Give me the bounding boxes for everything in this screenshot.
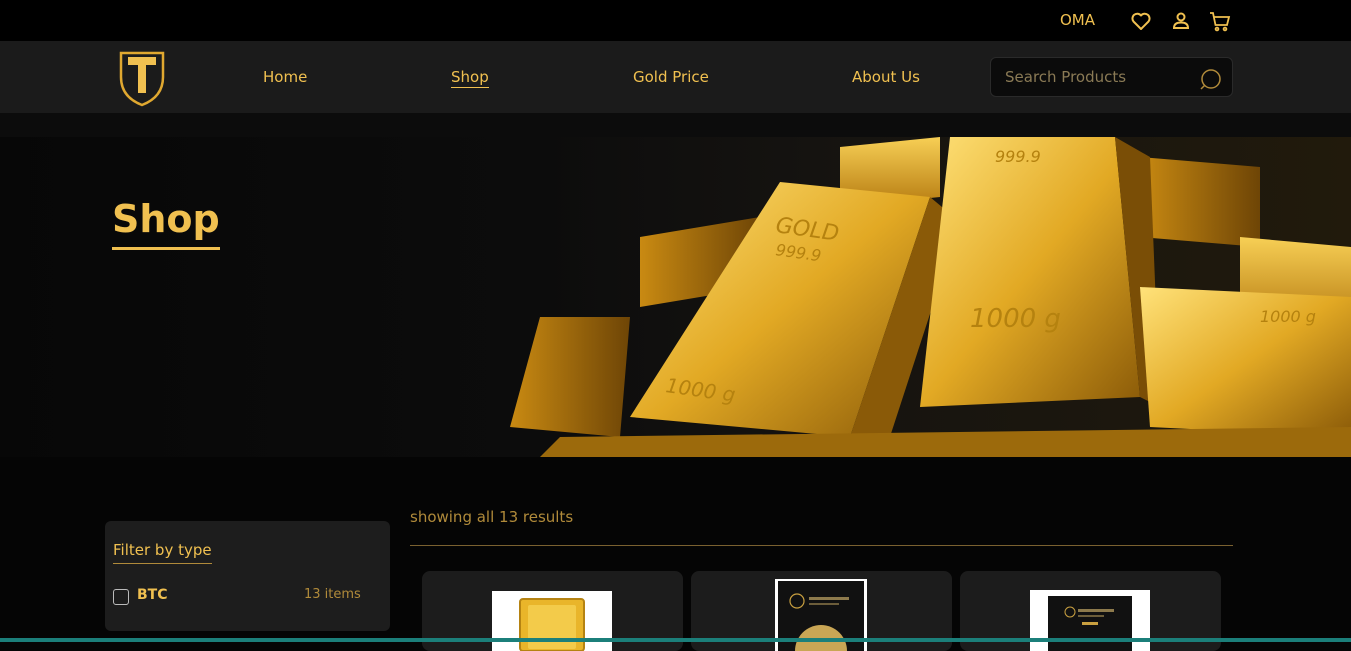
filter-count-btc: 13 items (304, 587, 361, 602)
results-summary: showing all 13 results (410, 508, 574, 526)
nav-about-us-link[interactable]: About Us (852, 68, 920, 86)
product-image[interactable] (492, 591, 612, 651)
currency-selector[interactable]: OMA (1060, 11, 1095, 29)
user-icon[interactable] (1169, 9, 1193, 33)
search-input[interactable] (991, 58, 1191, 96)
nav-home-link[interactable]: Home (263, 68, 307, 86)
logo-icon[interactable] (117, 47, 167, 107)
results-divider (410, 545, 1233, 546)
heart-icon[interactable] (1129, 9, 1153, 33)
search-box (990, 57, 1233, 97)
nav-shop-link[interactable]: Shop (451, 68, 489, 88)
main-navbar: Home Shop Gold Price About Us (0, 41, 1351, 113)
bar-text-purity-2: 999.9 (995, 147, 1041, 166)
nav-gold-price-link[interactable]: Gold Price (633, 68, 709, 86)
filter-panel: Filter by type BTC 13 items (105, 521, 390, 631)
gold-bars-image: GOLD 999.9 1000 g 999.9 1000 g 1000 g (510, 137, 1351, 457)
bar-text-weight-2: 1000 g (970, 304, 1061, 334)
filter-checkbox-btc[interactable] (113, 589, 129, 605)
page-title: Shop (112, 197, 220, 250)
filter-title: Filter by type (113, 541, 212, 564)
search-icon[interactable] (1199, 67, 1223, 91)
page-bottom-edge (0, 638, 1351, 642)
nav-spacer (0, 113, 1351, 137)
bar-text-weight-3: 1000 g (1260, 307, 1316, 326)
cart-icon[interactable] (1208, 9, 1232, 33)
hero-banner: GOLD 999.9 1000 g 999.9 1000 g 1000 g Sh… (0, 137, 1351, 457)
top-bar: OMA (0, 0, 1351, 41)
filter-label-btc[interactable]: BTC (137, 587, 168, 603)
